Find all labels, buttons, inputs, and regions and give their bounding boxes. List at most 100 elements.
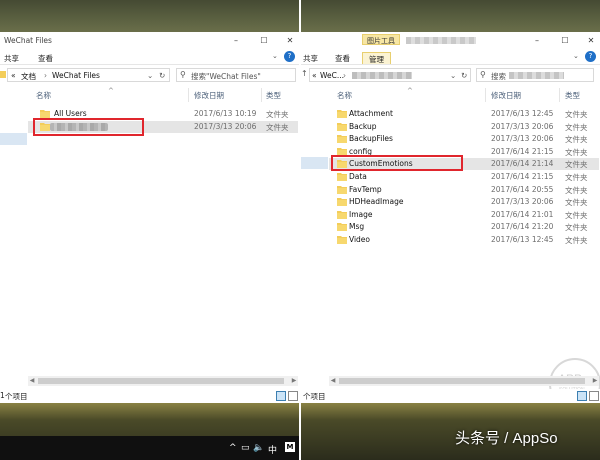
large-icons-view-icon[interactable] [288,391,298,401]
breadcrumb-chevron[interactable]: « [312,71,317,80]
list-item[interactable]: Backup 2017/3/13 20:06 文件夹 [329,121,599,133]
tab-share[interactable]: 共享 [4,53,19,64]
blurred-search-text [509,72,564,79]
tab-view[interactable]: 查看 [38,53,53,64]
help-icon[interactable]: ? [284,51,295,62]
list-item[interactable]: Image 2017/6/14 21:01 文件夹 [329,209,599,221]
scroll-right-icon[interactable]: ▶ [591,376,599,386]
breadcrumb-wechat-files[interactable]: WeChat Files [52,71,100,80]
folder-icon [337,135,347,144]
column-date[interactable]: 修改日期 [194,90,224,101]
file-date: 2017/6/13 12:45 [491,109,554,118]
file-name: All Users [54,109,87,118]
address-bar: « 文档 › WeChat Files ⌄ ↻ ⚲ 搜索"WeChat File… [0,65,299,85]
list-item[interactable]: Attachment 2017/6/13 12:45 文件夹 [329,108,599,120]
desktop-wallpaper [0,0,299,32]
details-view-icon[interactable] [577,391,587,401]
column-divider[interactable] [188,88,189,102]
file-name: FavTemp [349,184,382,194]
file-type: 文件夹 [565,160,588,170]
column-name[interactable]: 名称 [337,90,352,101]
large-icons-view-icon[interactable] [589,391,599,401]
tab-manage[interactable]: 管理 [362,52,391,64]
file-type: 文件夹 [565,223,588,233]
volume-icon[interactable]: 🔈 [253,443,264,453]
file-type: 文件夹 [565,185,588,195]
column-name[interactable]: 名称 [36,90,51,101]
search-input[interactable]: ⚲ 搜索"WeChat Files" [176,68,296,82]
search-input[interactable]: ⚲ 搜索 [476,68,594,82]
scroll-thumb[interactable] [38,378,284,384]
column-divider[interactable] [261,88,262,102]
column-type[interactable]: 类型 [565,90,580,101]
tab-view[interactable]: 查看 [335,53,350,64]
navigation-pane[interactable] [301,85,328,381]
sort-caret-icon: ^ [108,87,114,95]
address-field[interactable]: « WeC... › ⌄ ↻ [309,68,471,82]
picture-tools-tab[interactable]: 图片工具 [362,34,400,45]
help-icon[interactable]: ? [585,51,596,62]
breadcrumb-separator-icon: › [44,71,47,80]
left-screenshot: WeChat Files – ☐ ✕ 共享 查看 ⌄ ? « 文档 › WeCh… [0,0,299,460]
up-arrow-icon[interactable]: ↑ [301,69,308,78]
breadcrumb-separator-icon: › [343,71,346,80]
list-item[interactable]: Msg 2017/6/14 21:20 文件夹 [329,221,599,233]
address-dropdown-icon[interactable]: ⌄ [147,71,153,80]
folder-icon [337,198,347,207]
file-type: 文件夹 [565,173,588,182]
status-text: 个项目 [303,392,326,401]
file-date: 2017/3/13 20:06 [194,122,257,131]
horizontal-scrollbar[interactable]: ◀ ▶ [28,376,298,386]
minimize-button[interactable]: – [531,35,543,46]
file-type: 文件夹 [565,236,588,245]
horizontal-scrollbar[interactable]: ◀ ▶ [329,376,599,386]
ime-indicator[interactable]: 中 [268,443,277,456]
nav-selected-item[interactable] [0,133,27,145]
column-divider[interactable] [485,88,486,102]
column-divider[interactable] [559,88,560,102]
file-date: 2017/6/14 20:55 [491,184,554,194]
address-field[interactable]: « 文档 › WeChat Files ⌄ ↻ [7,68,170,82]
navigation-pane[interactable] [0,85,27,381]
address-dropdown-icon[interactable]: ⌄ [450,71,456,80]
chevron-down-icon[interactable]: ⌄ [573,52,579,60]
explorer-window: WeChat Files – ☐ ✕ 共享 查看 ⌄ ? « 文档 › WeCh… [0,32,299,403]
list-item[interactable]: HDHeadImage 2017/3/13 20:06 文件夹 [329,196,599,208]
ribbon: 共享 查看 ⌄ ? [0,49,299,65]
tray-up-arrow-icon[interactable]: ^ [229,443,237,453]
refresh-icon[interactable]: ↻ [461,71,467,80]
close-button[interactable]: ✕ [284,35,296,46]
breadcrumb-documents[interactable]: 文档 [21,71,36,82]
network-icon[interactable]: ▭ [241,443,250,453]
close-button[interactable]: ✕ [585,35,597,46]
minimize-button[interactable]: – [230,35,242,46]
column-date[interactable]: 修改日期 [491,90,521,101]
nav-selected-item[interactable] [301,157,328,169]
file-date: 2017/6/14 21:15 [491,172,554,181]
list-item[interactable]: BackupFiles 2017/3/13 20:06 文件夹 [329,133,599,145]
tab-share[interactable]: 共享 [303,53,318,64]
breadcrumb-chevron[interactable]: « [11,71,16,80]
scroll-thumb[interactable] [339,378,585,384]
scroll-right-icon[interactable]: ▶ [290,376,298,386]
list-item[interactable]: Data 2017/6/14 21:15 文件夹 [329,171,599,183]
list-item[interactable]: Video 2017/6/13 12:45 文件夹 [329,234,599,246]
maximize-button[interactable]: ☐ [559,35,571,46]
ribbon: 共享 查看 管理 ⌄ ? [301,49,600,65]
breadcrumb-wechat-files[interactable]: WeC... [320,71,344,80]
details-view-icon[interactable] [276,391,286,401]
column-type[interactable]: 类型 [266,90,281,101]
scroll-left-icon[interactable]: ◀ [28,376,36,386]
list-item[interactable]: FavTemp 2017/6/14 20:55 文件夹 [329,184,599,196]
tray-badge-icon[interactable]: M [285,442,295,452]
scroll-left-icon[interactable]: ◀ [329,376,337,386]
chevron-down-icon[interactable]: ⌄ [272,52,278,60]
blurred-breadcrumb [352,72,412,79]
status-bar: 个项目 [301,389,600,403]
file-date: 2017/3/13 20:06 [491,121,554,131]
refresh-icon[interactable]: ↻ [159,71,165,80]
file-name: Msg [349,222,365,232]
right-screenshot: 图片工具 – ☐ ✕ 共享 查看 管理 ⌄ ? ↑ « WeC... › ⌄ ↻ [301,0,600,460]
taskbar: ^ ▭ 🔈 中 M [0,436,299,460]
maximize-button[interactable]: ☐ [258,35,270,46]
